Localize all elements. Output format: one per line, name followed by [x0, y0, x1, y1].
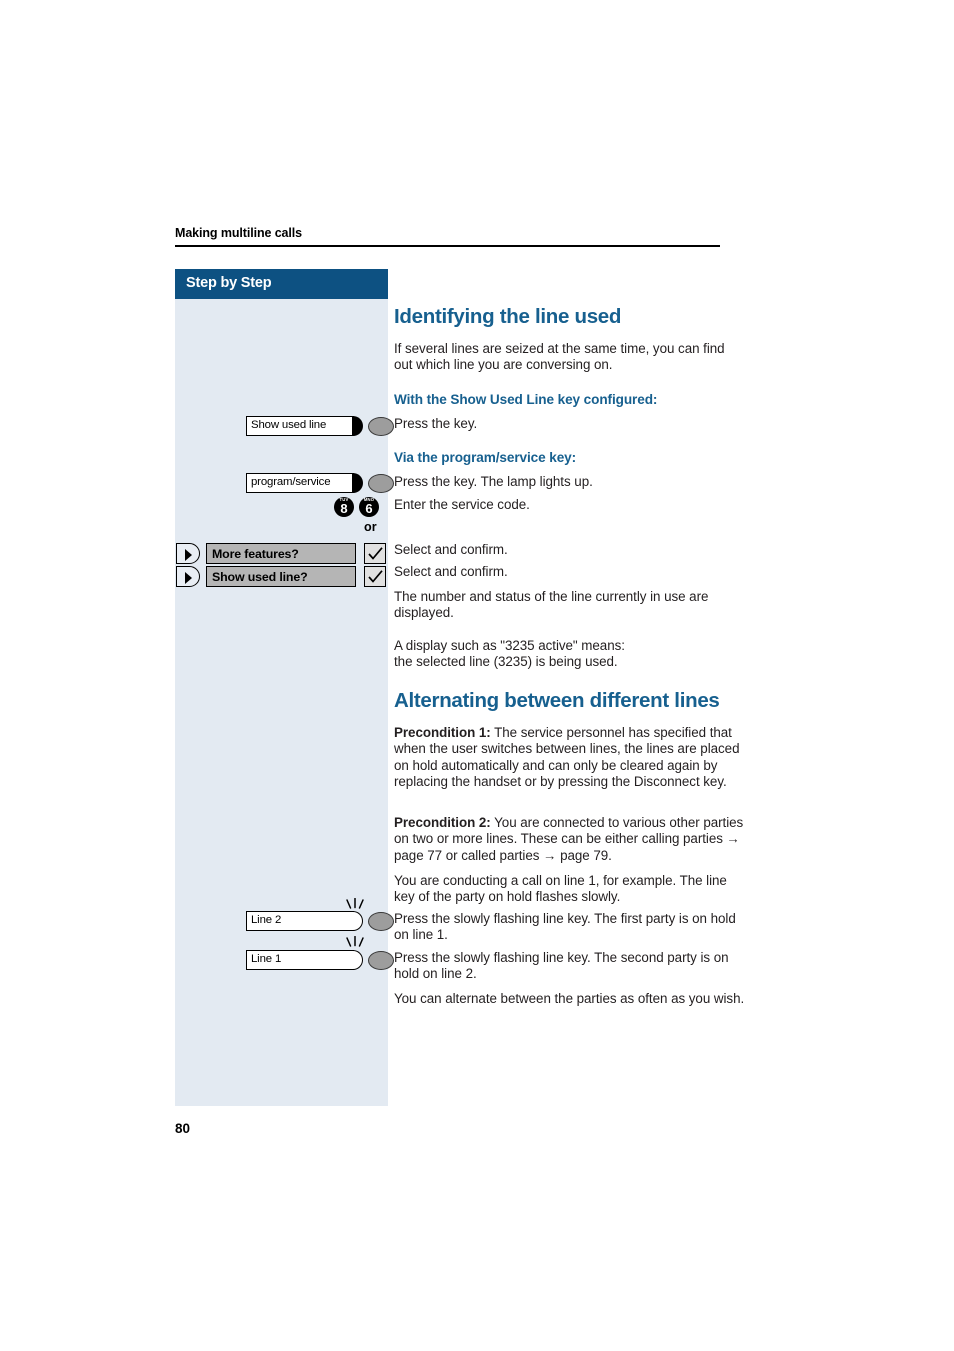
running-head: Making multiline calls: [175, 226, 302, 240]
triangle-glyph: [185, 571, 192, 584]
paragraph-number-status: The number and status of the line curren…: [394, 589, 709, 621]
key-label: program/service: [251, 476, 331, 488]
triangle-glyph: [185, 548, 192, 561]
key-plate: Line 1: [246, 950, 354, 970]
option-label: Show used line?: [212, 569, 308, 584]
key-button[interactable]: [368, 416, 394, 436]
paragraph-press-line-1: Press the slowly flashing line key. The …: [394, 950, 729, 982]
paragraph-precondition-1: Precondition 1: The service personnel ha…: [394, 725, 746, 790]
page-reference-arrow-icon: →: [726, 831, 740, 847]
option-row-more-features[interactable]: More features?: [176, 543, 388, 564]
digit-key-number: 8: [340, 500, 348, 516]
page-reference-arrow-icon: →: [543, 847, 557, 863]
option-row-show-used-line[interactable]: Show used line?: [176, 566, 388, 587]
paragraph-enter-service-code: Enter the service code.: [394, 497, 530, 512]
led-indicator-flashing: [352, 950, 363, 970]
option-label: More features?: [212, 546, 299, 561]
confirm-checkmark-icon[interactable]: [364, 566, 386, 587]
display-example-line-1: A display such as "3235 active" means:: [394, 638, 625, 653]
page-number: 80: [175, 1121, 191, 1136]
header-rule: [175, 245, 720, 247]
option-plate[interactable]: Show used line?: [206, 566, 356, 587]
key-button[interactable]: [368, 950, 394, 970]
section-heading-alternating-lines: Alternating between different lines: [394, 689, 720, 712]
option-plate[interactable]: More features?: [206, 543, 356, 564]
key-line-2[interactable]: Line 2: [246, 911, 394, 931]
step-by-step-banner: Step by Step: [175, 269, 388, 299]
key-plate: Show used line: [246, 416, 354, 436]
display-example-line-2: the selected line (3235) is being used.: [394, 654, 618, 670]
scroll-right-icon[interactable]: [176, 566, 200, 587]
paragraph-display-example: A display such as "3235 active" means: t…: [394, 638, 746, 671]
digit-key-number: 6: [365, 500, 373, 516]
key-label: Show used line: [251, 419, 327, 431]
key-show-used-line[interactable]: Show used line: [246, 416, 394, 436]
paragraph-press-key: Press the key.: [394, 416, 478, 431]
or-separator-label: or: [364, 520, 377, 534]
precondition-2-text-b: page 77 or called parties: [394, 847, 544, 863]
key-line-1[interactable]: Line 1: [246, 950, 394, 970]
led-indicator-solid: [352, 416, 363, 436]
key-label: Line 1: [251, 953, 282, 965]
precondition-1-label: Precondition 1:: [394, 725, 491, 740]
paragraph-select-confirm-2: Select and confirm.: [394, 564, 508, 579]
subheading-show-used-line-key: With the Show Used Line key configured:: [394, 392, 658, 407]
confirm-checkmark-icon[interactable]: [364, 543, 386, 564]
led-indicator-flashing: [352, 911, 363, 931]
key-plate: program/service: [246, 473, 354, 493]
key-label: Line 2: [251, 914, 282, 926]
key-plate: Line 2: [246, 911, 354, 931]
paragraph-conducting-call: You are conducting a call on line 1, for…: [394, 873, 727, 905]
key-program-service[interactable]: program/service: [246, 473, 394, 493]
paragraph-press-key-lamp: Press the key. The lamp lights up.: [394, 474, 593, 489]
led-indicator-solid: [352, 473, 363, 493]
section-heading-identifying-line: Identifying the line used: [394, 305, 622, 328]
subheading-program-service-key: Via the program/service key:: [394, 450, 577, 465]
scroll-right-icon[interactable]: [176, 543, 200, 564]
precondition-2-label: Precondition 2:: [394, 815, 491, 830]
step-by-step-label: Step by Step: [186, 275, 272, 291]
flashing-lamp-icon: [343, 897, 369, 912]
precondition-2-text-c: page 79.: [556, 847, 612, 863]
paragraph-alternate-parties: You can alternate between the parties as…: [394, 991, 745, 1006]
digit-key-6[interactable]: MNO 6: [359, 497, 379, 517]
paragraph-intro: If several lines are seized at the same …: [394, 341, 725, 373]
paragraph-press-line-2: Press the slowly flashing line key. The …: [394, 911, 736, 943]
paragraph-precondition-2: Precondition 2: You are connected to var…: [394, 815, 746, 864]
digit-key-8[interactable]: TUV 8: [334, 497, 354, 517]
step-by-step-column: Step by Step: [175, 269, 388, 1106]
paragraph-select-confirm-1: Select and confirm.: [394, 542, 508, 557]
key-button[interactable]: [368, 473, 394, 493]
flashing-lamp-icon: [343, 935, 369, 950]
manual-page: Making multiline calls Step by Step Show…: [0, 0, 954, 1351]
key-button[interactable]: [368, 911, 394, 931]
